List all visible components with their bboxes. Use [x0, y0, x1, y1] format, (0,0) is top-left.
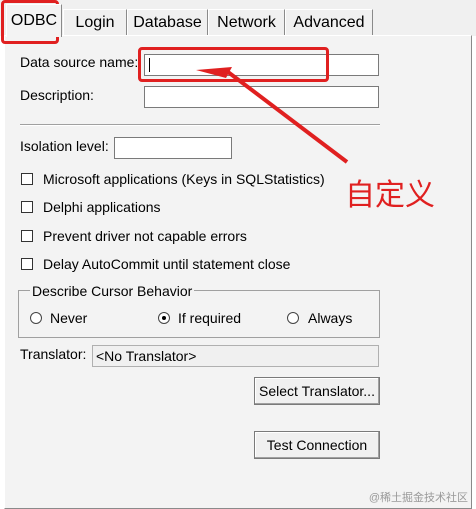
select-translator-button[interactable]: Select Translator... [254, 377, 380, 405]
separator [20, 124, 380, 126]
description-label: Description: [20, 87, 94, 103]
checkbox-delay-autocommit-label[interactable]: Delay AutoCommit until statement close [43, 256, 290, 272]
watermark: @稀土掘金技术社区 [368, 492, 468, 504]
checkbox-delphi-applications-label[interactable]: Delphi applications [43, 199, 161, 215]
checkbox-delphi-applications[interactable] [21, 201, 33, 213]
tab-bar: ODBC Login Database Network Advanced [0, 0, 476, 37]
test-connection-button[interactable]: Test Connection [254, 431, 380, 459]
data-source-name-input[interactable] [144, 54, 379, 76]
description-input[interactable] [144, 86, 379, 108]
checkbox-microsoft-applications[interactable] [21, 173, 33, 185]
tab-advanced[interactable]: Advanced [285, 9, 373, 36]
tab-database[interactable]: Database [127, 9, 208, 36]
radio-selected-dot [162, 316, 166, 320]
radio-if-required-label[interactable]: If required [178, 310, 241, 326]
tab-login[interactable]: Login [63, 9, 127, 36]
radio-always-label[interactable]: Always [308, 310, 352, 326]
checkbox-delay-autocommit[interactable] [21, 258, 33, 270]
cursor-behavior-group-title: Describe Cursor Behavior [30, 283, 195, 299]
tab-network[interactable]: Network [208, 9, 285, 36]
data-source-name-label: Data source name: [20, 54, 139, 70]
isolation-level-label: Isolation level: [20, 138, 109, 154]
radio-never-label[interactable]: Never [50, 310, 87, 326]
text-caret [149, 58, 150, 72]
checkbox-prevent-driver-errors-label[interactable]: Prevent driver not capable errors [43, 228, 247, 244]
annotation-text: 自定义 [345, 179, 435, 212]
radio-always[interactable] [287, 312, 299, 324]
radio-never[interactable] [30, 312, 42, 324]
translator-label: Translator: [20, 346, 87, 362]
checkbox-microsoft-applications-label[interactable]: Microsoft applications (Keys in SQLStati… [43, 171, 325, 187]
tab-odbc[interactable]: ODBC [6, 4, 62, 37]
isolation-level-input[interactable] [114, 137, 232, 159]
checkbox-prevent-driver-errors[interactable] [21, 230, 33, 242]
radio-if-required[interactable] [158, 312, 170, 324]
translator-field: <No Translator> [92, 345, 379, 367]
